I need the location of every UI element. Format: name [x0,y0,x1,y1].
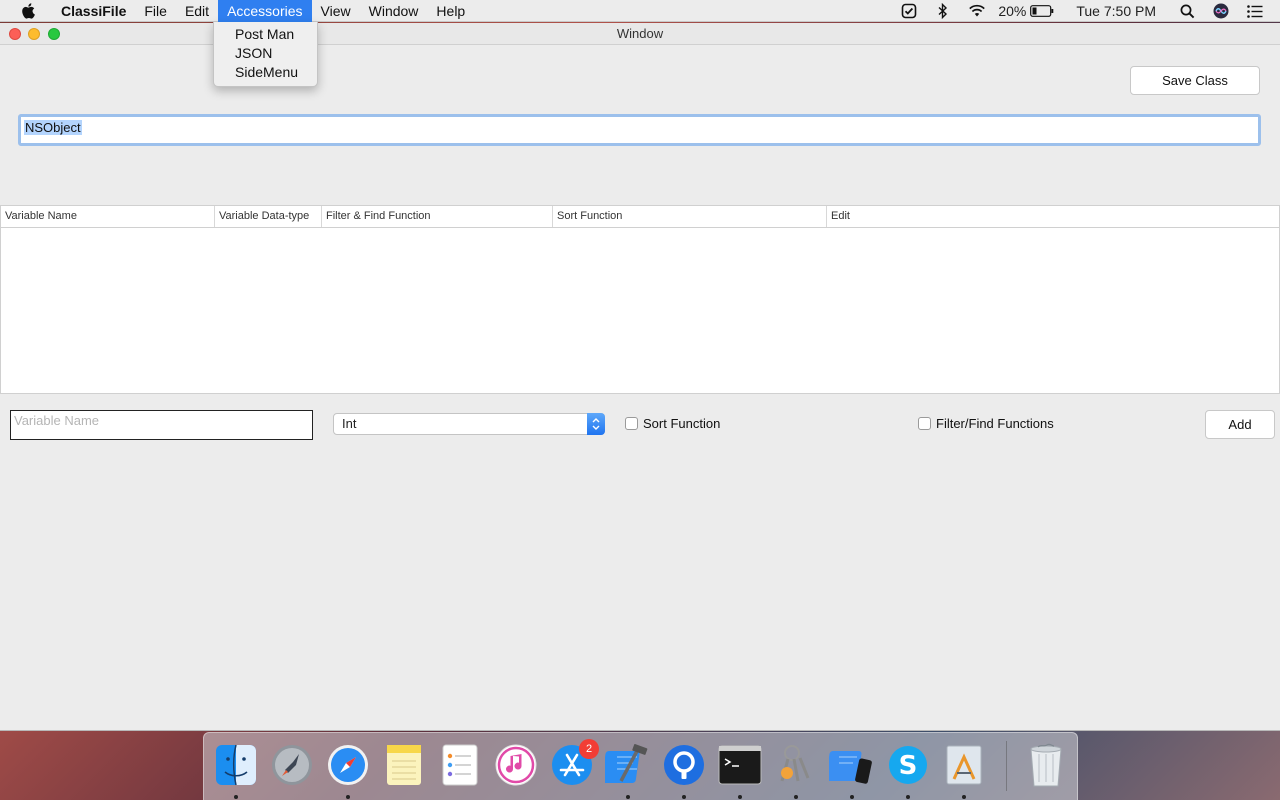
safari-icon[interactable] [325,742,371,788]
instruments-running-indicator [962,795,966,799]
xcode-running-indicator [626,795,630,799]
chevron-up-down-icon [587,413,605,435]
column-variable-name[interactable]: Variable Name [1,206,214,227]
itunes-icon[interactable] [493,742,539,788]
dock-separator [1006,741,1007,791]
dock: 2 S [203,732,1078,800]
launchpad-icon[interactable] [269,742,315,788]
notes-icon[interactable] [381,742,427,788]
safari-running-indicator [346,795,350,799]
data-type-value: Int [342,416,357,431]
terminal-icon[interactable] [717,742,763,788]
zoom-window-button[interactable] [48,28,60,40]
sort-function-checkbox[interactable] [625,417,638,430]
xcode-icon[interactable] [605,742,651,788]
menu-window[interactable]: Window [360,0,428,22]
wifi-icon[interactable] [968,2,986,20]
menu-app-name[interactable]: ClassiFile [52,0,135,22]
column-edit[interactable]: Edit [826,206,1279,227]
siri-icon[interactable] [1212,2,1230,20]
skype-running-indicator [906,795,910,799]
simulator-running-indicator [850,795,854,799]
add-button[interactable]: Add [1205,410,1275,439]
status-area: 20% Tue 7:50 PM [892,0,1280,22]
menu-item-sidemenu[interactable]: SideMenu [214,63,317,82]
trash-icon[interactable] [1023,742,1069,788]
menu-bar: ClassiFile File Edit Accessories View Wi… [0,0,1280,22]
accessories-dropdown-menu: Post Man JSON SideMenu [213,22,318,87]
menu-view[interactable]: View [312,0,360,22]
skype-icon[interactable]: S [885,742,931,788]
app-store-badge: 2 [579,739,599,759]
reminders-icon[interactable] [437,742,483,788]
bluetooth-icon[interactable] [934,2,952,20]
sort-function-option[interactable]: Sort Function [625,416,720,431]
menu-help[interactable]: Help [427,0,474,22]
keychain-access-icon[interactable] [773,742,819,788]
variable-name-placeholder: Variable Name [14,413,100,428]
filter-find-checkbox[interactable] [918,417,931,430]
simulator-icon[interactable] [829,742,875,788]
sourcetree-icon[interactable] [661,742,707,788]
app-window: Window Save Class NSObject Variable Name… [0,23,1280,731]
menu-accessories[interactable]: Accessories [218,0,312,22]
todo-check-icon[interactable] [900,2,918,20]
filter-find-label: Filter/Find Functions [936,416,1054,431]
menu-item-post-man[interactable]: Post Man [214,25,317,44]
menu-item-json[interactable]: JSON [214,44,317,63]
save-class-button[interactable]: Save Class [1130,66,1260,95]
sourcetree-running-indicator [682,795,686,799]
notification-center-icon[interactable] [1246,2,1264,20]
terminal-running-indicator [738,795,742,799]
apple-menu-icon[interactable] [17,0,39,22]
window-titlebar[interactable]: Window [0,23,1280,45]
data-type-select[interactable]: Int [333,413,605,435]
svg-text:S: S [899,751,918,781]
minimize-window-button[interactable] [28,28,40,40]
filter-find-option[interactable]: Filter/Find Functions [918,416,1054,431]
column-sort-function[interactable]: Sort Function [552,206,826,227]
column-variable-data-type[interactable]: Variable Data-type [214,206,321,227]
menu-file[interactable]: File [135,0,176,22]
class-name-field[interactable]: NSObject [18,114,1261,146]
finder-icon[interactable] [213,742,259,788]
menu-edit[interactable]: Edit [176,0,218,22]
app-store-icon[interactable]: 2 [549,739,599,788]
instruments-icon[interactable] [941,742,987,788]
keychain-running-indicator [794,795,798,799]
finder-running-indicator [234,795,238,799]
battery-percent: 20% [998,3,1027,19]
window-title: Window [616,26,664,41]
column-filter-find-function[interactable]: Filter & Find Function [321,206,552,227]
search-icon[interactable] [1178,2,1196,20]
variables-table[interactable]: Variable Name Variable Data-type Filter … [0,205,1280,394]
clock[interactable]: Tue 7:50 PM [1076,3,1156,19]
table-header: Variable Name Variable Data-type Filter … [1,206,1279,228]
class-name-value: NSObject [24,120,82,135]
battery-icon[interactable] [1030,2,1054,20]
sort-function-label: Sort Function [643,416,721,431]
close-window-button[interactable] [9,28,21,40]
variable-name-input[interactable]: Variable Name [10,410,313,440]
